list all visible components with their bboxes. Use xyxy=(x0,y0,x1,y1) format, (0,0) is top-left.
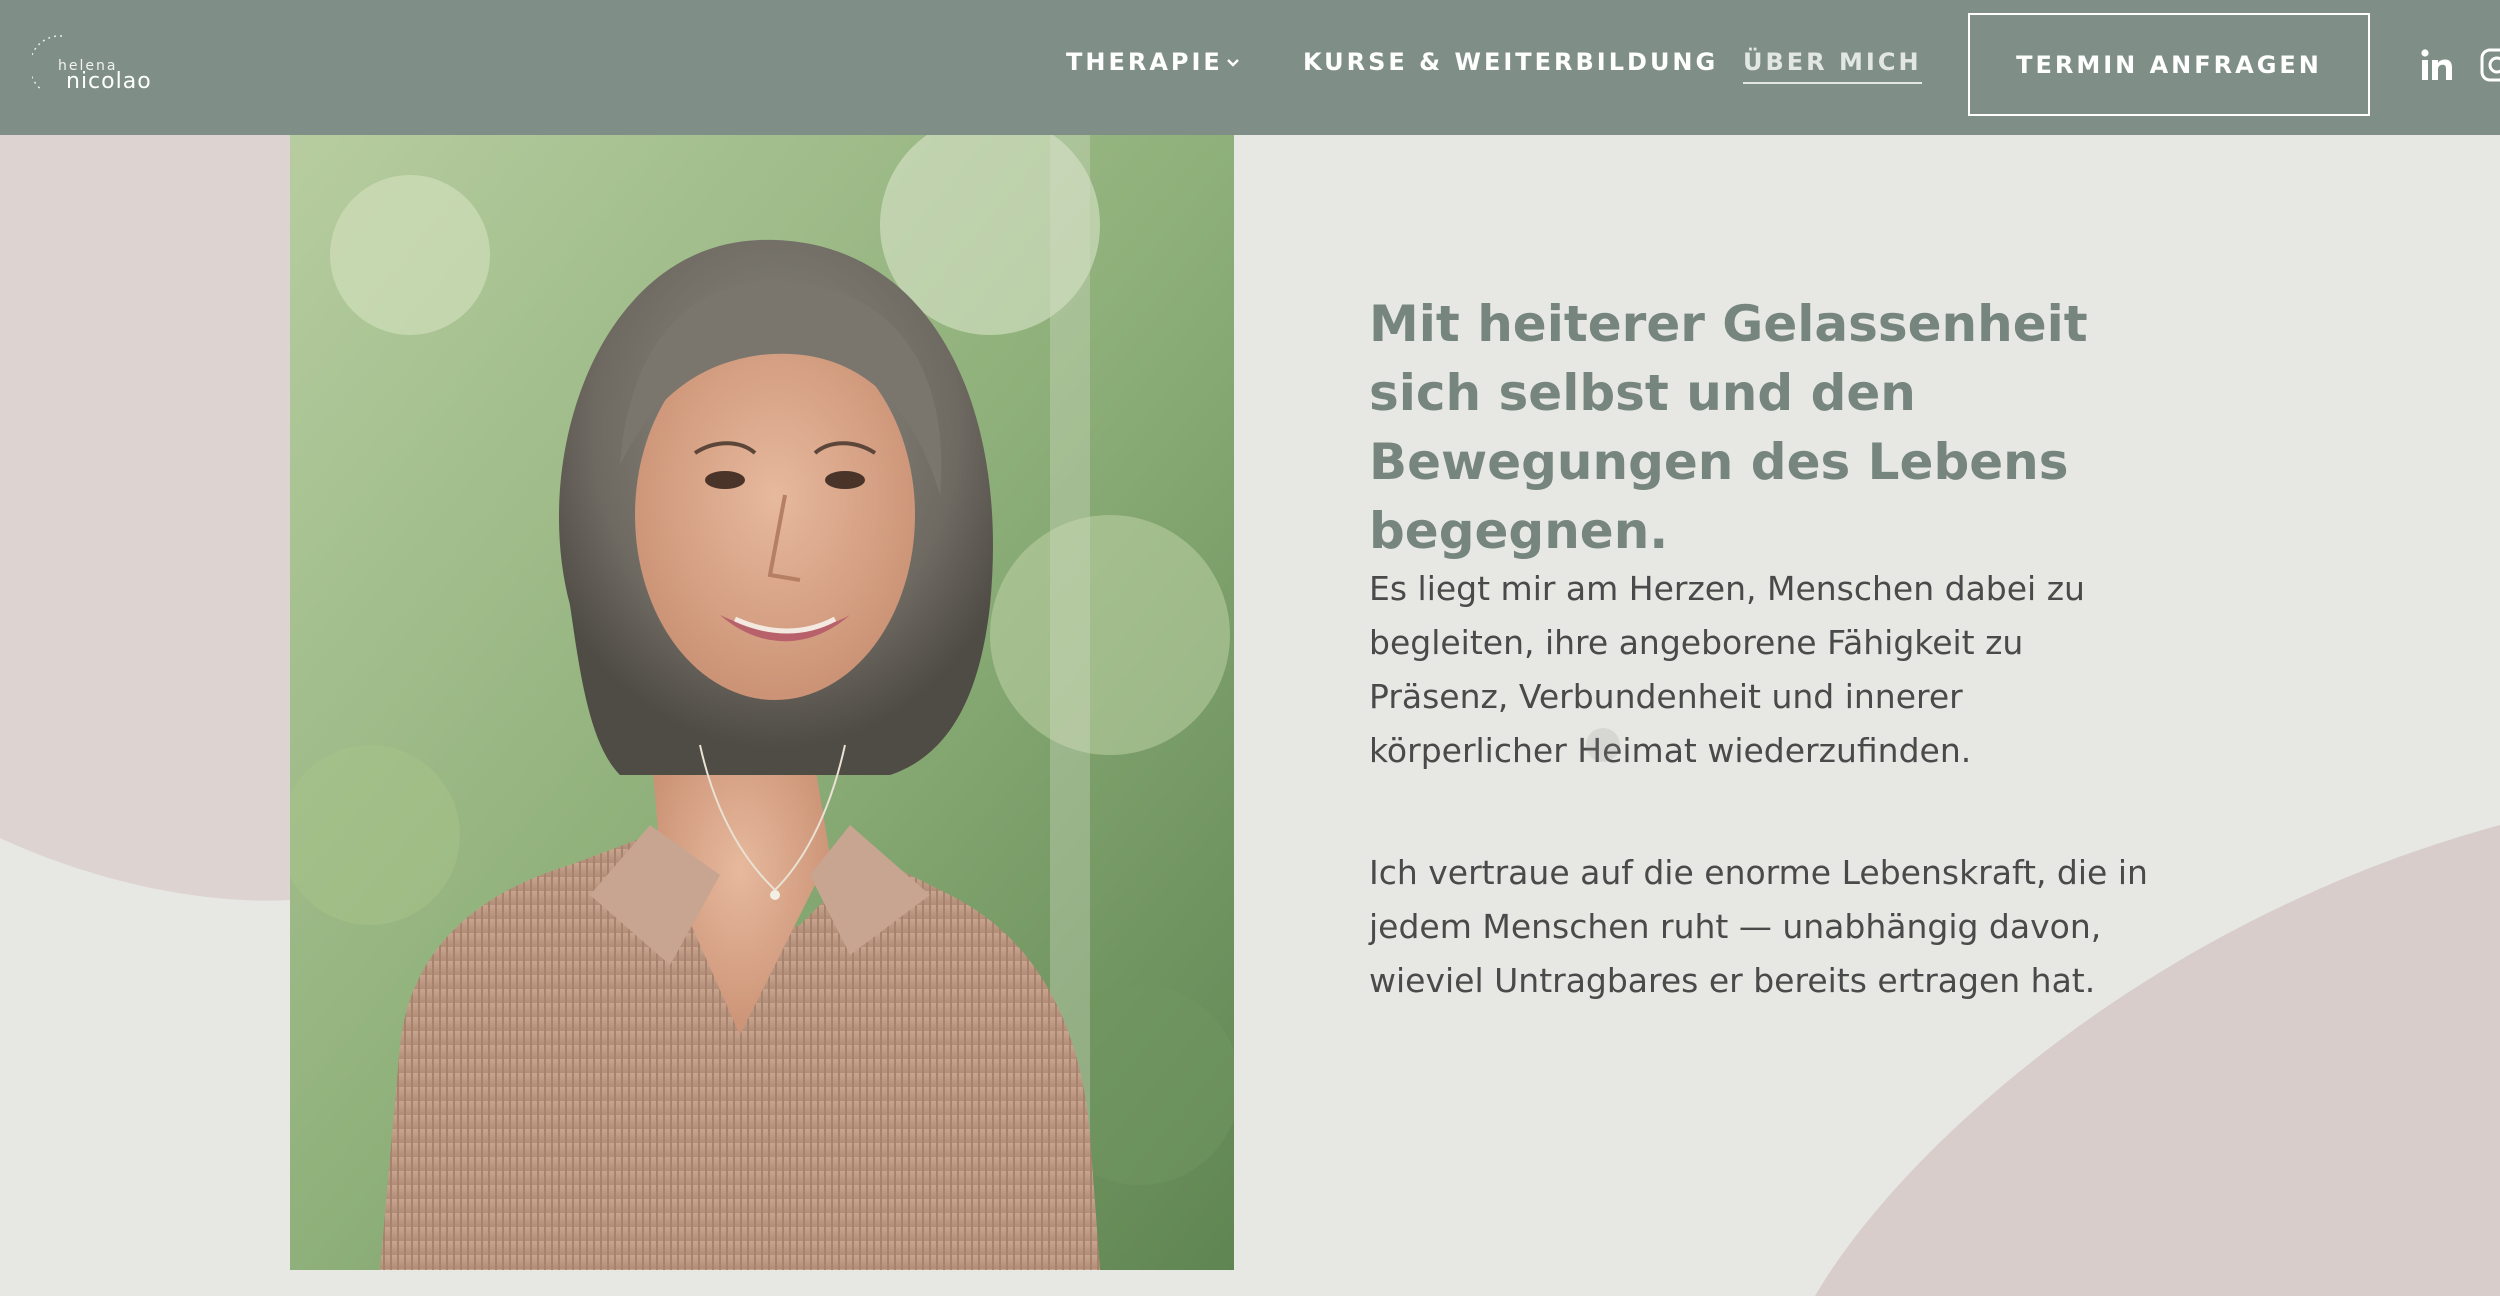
intro-paragraph: Es liegt mir am Herzen, Menschen dabei z… xyxy=(1369,569,2085,770)
logo[interactable]: helena nicolao xyxy=(32,28,152,104)
second-paragraph: Ich vertraue auf die enorme Lebenskraft,… xyxy=(1369,853,2148,1000)
instagram-icon[interactable] xyxy=(2480,48,2500,82)
chevron-down-icon[interactable] xyxy=(1223,52,1243,72)
nav-ueber-mich[interactable]: ÜBER MICH xyxy=(1743,48,1922,84)
nav-therapie[interactable]: THERAPIE xyxy=(1066,48,1223,76)
logo-last-name: nicolao xyxy=(66,69,152,94)
left-blob xyxy=(0,135,290,901)
termin-anfragen-button[interactable]: TERMIN ANFRAGEN xyxy=(1968,13,2370,116)
headline: Mit heiterer Gelassenheit sich selbst un… xyxy=(1369,295,2088,560)
mouse-cursor-indicator xyxy=(1586,728,1620,762)
linkedin-icon[interactable] xyxy=(2420,48,2454,82)
portrait-photo xyxy=(290,135,1234,1270)
nav-kurse-weiterbildung[interactable]: KURSE & WEITERBILDUNG xyxy=(1303,48,1718,76)
site-header: helena nicolao THERAPIE KURSE & WEITERBI… xyxy=(0,0,2500,135)
